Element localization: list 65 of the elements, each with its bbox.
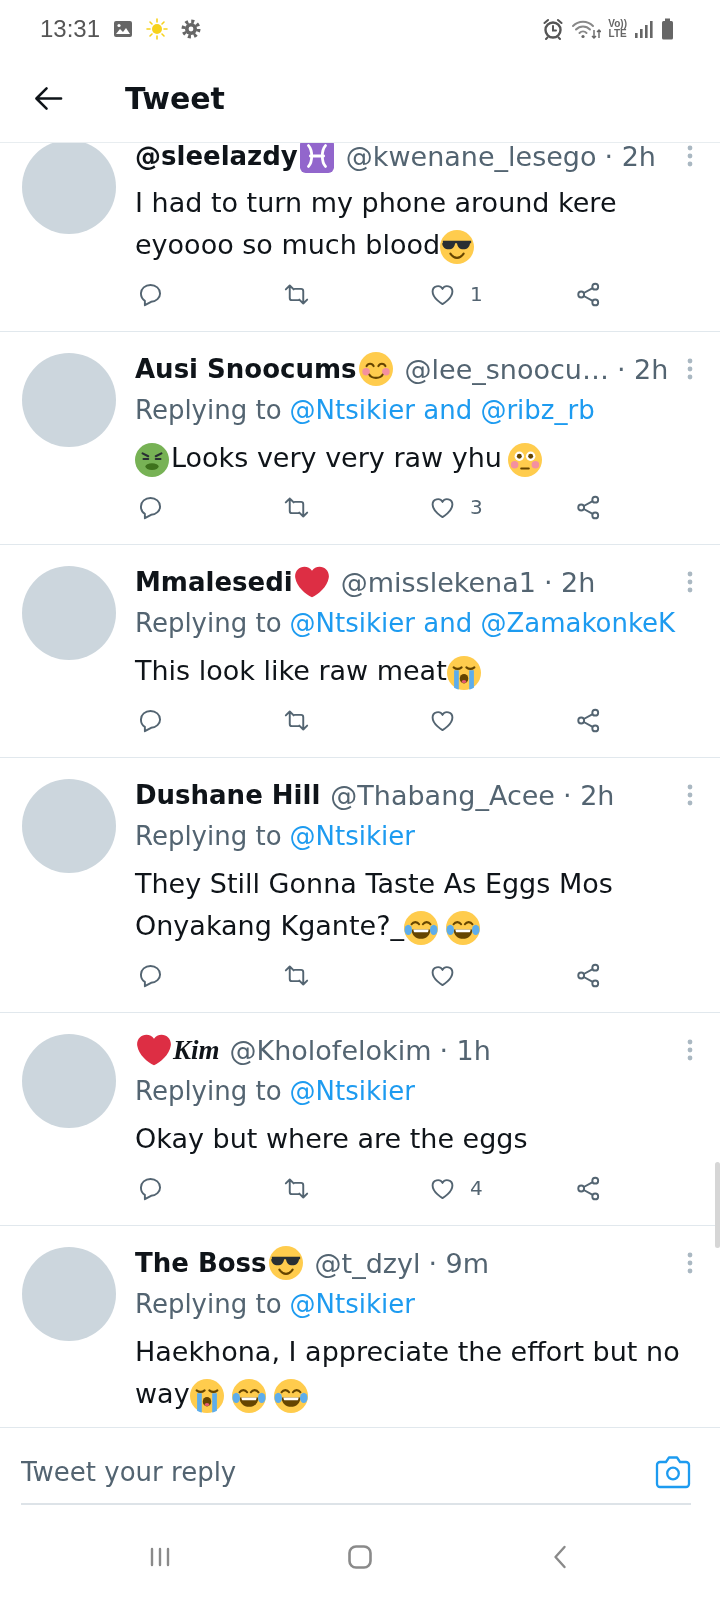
nauseated-face-icon (135, 442, 169, 477)
tweet-time: · 2h (543, 566, 596, 598)
back-icon[interactable] (552, 1543, 568, 1571)
scrollbar-thumb[interactable] (715, 1162, 720, 1248)
page-title: Tweet (125, 81, 225, 116)
flushed-face-icon (507, 442, 542, 477)
smiling-face-icon (358, 352, 393, 386)
share-icon[interactable] (575, 493, 602, 521)
author-name[interactable]: @sleelazdy (135, 143, 298, 171)
sun-icon (146, 17, 169, 40)
author-name[interactable]: Mmalesedi (135, 567, 293, 597)
signal-icon (634, 18, 654, 39)
tweet-text: They Still Gonna Taste As Eggs Mos Onyakang Kgante?_ (135, 863, 704, 947)
author-name[interactable]: Dushane Hill (135, 780, 321, 810)
author-name[interactable]: Kim (173, 1034, 220, 1066)
network-type-label: Vo)) LTE (608, 18, 627, 39)
author-name[interactable]: The Boss (135, 1248, 267, 1278)
replying-to-label: Replying to (135, 1076, 282, 1106)
author-handle[interactable]: @lee_snoocu… (404, 353, 609, 385)
image-icon (113, 19, 134, 38)
replying-to-label: Replying to (135, 821, 282, 851)
crying-face-icon (446, 655, 481, 690)
sunglasses-face-icon (268, 1246, 303, 1280)
battery-icon (661, 17, 674, 40)
alarm-icon (542, 17, 565, 40)
author-handle[interactable]: @kwenane_lesego (345, 143, 597, 172)
tweet-text: Haekhona, I appreciate the effort but no way (135, 1331, 704, 1415)
pisces-sign-icon (299, 143, 334, 173)
status-time: 13:31 (40, 14, 101, 43)
tweet-time: · 2h (616, 353, 669, 385)
author-handle[interactable]: @t_dzyl (314, 1247, 421, 1279)
heart-emoji-icon (137, 1033, 171, 1067)
sunglasses-face-icon (440, 229, 475, 264)
author-handle[interactable]: @Kholofelokim (229, 1034, 432, 1066)
like-count: 3 (470, 495, 483, 519)
tweet-time: · 2h (563, 779, 615, 811)
settings-icon (181, 18, 202, 39)
camera-icon[interactable] (655, 1454, 691, 1489)
heart-emoji-icon (294, 565, 329, 599)
replying-to-label: Replying to (135, 1289, 282, 1319)
share-icon[interactable] (575, 1174, 602, 1202)
tears-of-joy-face-icon (445, 910, 480, 945)
home-icon[interactable] (346, 1543, 374, 1571)
share-icon[interactable] (575, 280, 602, 308)
like-count: 1 (470, 282, 483, 306)
tweet-time: · 1h (439, 1034, 491, 1066)
tweet-time: · 9m (428, 1247, 490, 1279)
tears-of-joy-face-icon (273, 1378, 308, 1413)
reply-field[interactable]: Tweet your reply (21, 1449, 655, 1494)
tears-of-joy-face-icon (231, 1378, 266, 1413)
tweet-text: Looks very very raw yhu (135, 437, 704, 479)
author-handle[interactable]: @misslekena1 (340, 566, 536, 598)
tears-of-joy-face-icon (403, 910, 438, 945)
tweet-text: This look like raw meat (135, 650, 704, 692)
crying-face-icon (189, 1378, 224, 1413)
share-icon[interactable] (575, 961, 602, 989)
replying-to-label: Replying to (135, 608, 282, 638)
replying-to-label: Replying to (135, 395, 282, 425)
like-count: 4 (470, 1176, 483, 1200)
share-icon[interactable] (575, 706, 602, 734)
tweet-time: · 2h (604, 143, 656, 172)
tweet-text: Okay but where are the eggs (135, 1122, 529, 1156)
author-name[interactable]: Ausi Snoocums (135, 354, 357, 384)
tweet-text: I had to turn my phone around kere eyoooo so much blood (135, 182, 704, 266)
author-handle[interactable]: @Thabang_Acee (330, 779, 555, 811)
